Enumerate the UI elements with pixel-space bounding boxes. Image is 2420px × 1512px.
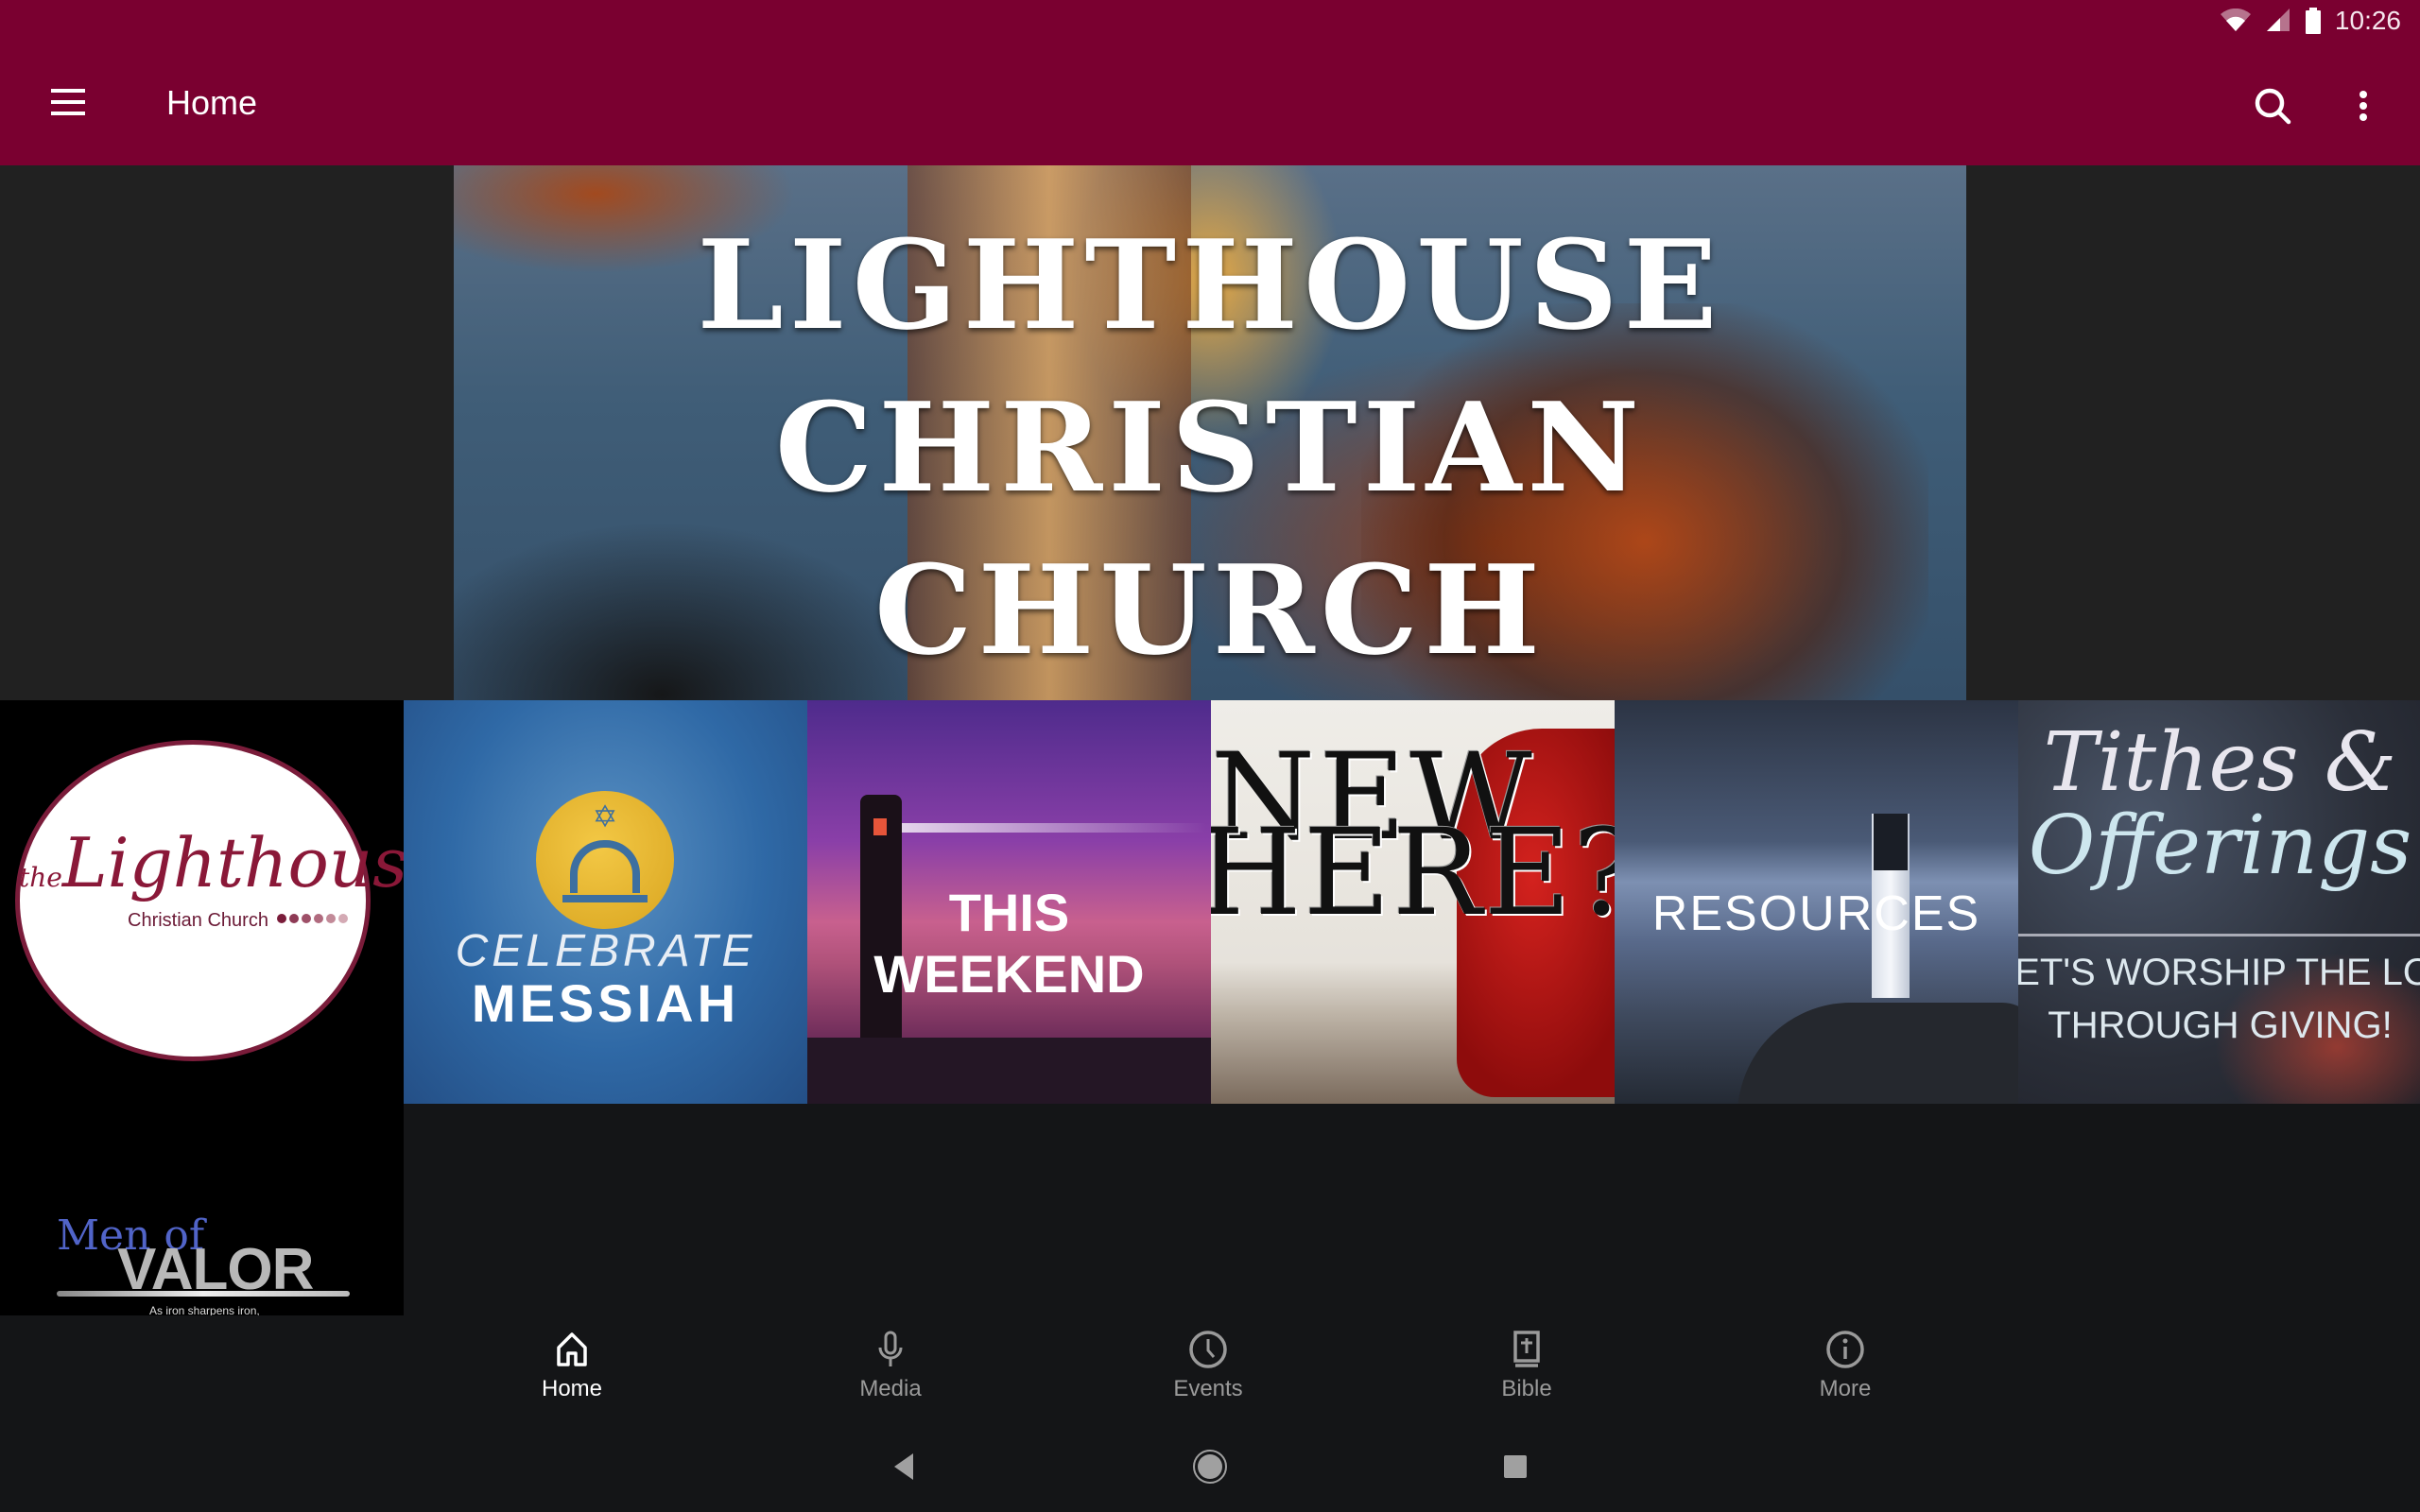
- nav-bible[interactable]: Bible: [1442, 1329, 1612, 1419]
- bible-icon: [1513, 1331, 1540, 1367]
- recents-square-icon: [1504, 1455, 1527, 1478]
- nav-label: Bible: [1501, 1376, 1552, 1401]
- tile-lighthouse-logo[interactable]: theLighthouse Christian Church: [0, 700, 404, 1104]
- crown-band: [562, 895, 648, 902]
- banner-area: LIGHTHOUSE CHRISTIAN CHURCH: [0, 165, 2420, 700]
- tile-this-weekend[interactable]: THIS WEEKEND: [807, 700, 1211, 1104]
- tile-caption: HERE?: [1211, 803, 1615, 942]
- tile-caption: CELEBRATE: [455, 926, 756, 976]
- banner-title-line: LIGHTHOUSE: [697, 213, 1723, 357]
- battery-icon: [2305, 8, 2321, 34]
- light-beam: [894, 823, 1206, 833]
- tile-caption: Tithes &: [2043, 715, 2397, 810]
- lighthouse-lamp: [873, 818, 887, 835]
- system-recents-button[interactable]: [1496, 1448, 1534, 1486]
- status-bar: 10:26: [0, 0, 2420, 38]
- cell-signal-icon: [2266, 9, 2290, 31]
- system-home-button[interactable]: [1191, 1448, 1229, 1486]
- nav-label: Home: [541, 1376, 603, 1401]
- search-button[interactable]: [2250, 83, 2297, 130]
- crown-emblem: ✡: [536, 791, 674, 929]
- logo-script: theLighthouse: [19, 823, 404, 902]
- tile-caption: RESOURCES: [1651, 886, 1981, 941]
- tile-caption: THIS WEEKEND: [873, 883, 1145, 1004]
- navigation-drawer-button[interactable]: [43, 79, 93, 125]
- nav-label: More: [1819, 1376, 1872, 1401]
- nav-more[interactable]: More: [1760, 1329, 1930, 1419]
- bottom-navigation: Home Media Events Bible More: [0, 1315, 2420, 1421]
- tile-men-of-valor[interactable]: Men of VALOR As iron sharpens iron,: [0, 1104, 404, 1315]
- clock: 10:26: [2334, 6, 2401, 35]
- back-triangle-icon: [894, 1453, 913, 1480]
- logo-subtitle: Christian Church: [128, 910, 268, 931]
- star-of-david-icon: ✡: [592, 799, 618, 833]
- nav-events[interactable]: Events: [1123, 1329, 1293, 1419]
- system-back-button[interactable]: [885, 1448, 923, 1486]
- info-icon: [1826, 1331, 1864, 1368]
- sword-image: [57, 1291, 350, 1297]
- hero-banner[interactable]: LIGHTHOUSE CHRISTIAN CHURCH: [454, 165, 1966, 700]
- banner-title-line: CHRISTIAN: [774, 375, 1646, 520]
- tile-caption: LET'S WORSHIP THE LORD: [2018, 952, 2420, 993]
- shore: [807, 1038, 1211, 1104]
- tile-grid: theLighthouse Christian Church ✡ CELEBRA…: [0, 700, 2420, 1104]
- tile-caption: MESSIAH: [471, 973, 740, 1033]
- microphone-icon: [878, 1331, 903, 1366]
- wifi-icon: [2220, 9, 2251, 31]
- tile-new-here[interactable]: NEW HERE?: [1211, 700, 1615, 1104]
- logo-dots: [277, 914, 348, 923]
- hamburger-menu-icon: [51, 89, 85, 115]
- nav-label: Media: [859, 1376, 922, 1401]
- nav-label: Events: [1173, 1376, 1243, 1401]
- lighthouse-lantern: [1874, 814, 1908, 870]
- rocky-cliff: [1737, 1003, 2018, 1104]
- divider: [2018, 934, 2420, 936]
- search-icon: [2255, 88, 2291, 125]
- home-circle-icon: [1193, 1450, 1227, 1484]
- tile-verse: As iron sharpens iron,: [149, 1304, 260, 1315]
- app-toolbar: Home: [0, 38, 2420, 165]
- tile-caption: THROUGH GIVING!: [2048, 1005, 2393, 1046]
- crown-icon: [570, 840, 640, 893]
- more-vert-icon: [2360, 91, 2367, 121]
- tile-tithes-offerings[interactable]: Tithes & Offerings LET'S WORSHIP THE LOR…: [2018, 700, 2420, 1104]
- overflow-menu-button[interactable]: [2344, 83, 2382, 130]
- page-title: Home: [166, 83, 258, 122]
- nav-media[interactable]: Media: [805, 1329, 976, 1419]
- clock-icon: [1189, 1331, 1227, 1368]
- banner-title-line: CHURCH: [874, 538, 1546, 682]
- tile-resources[interactable]: RESOURCES: [1615, 700, 2018, 1104]
- nav-home[interactable]: Home: [487, 1329, 657, 1419]
- tile-caption: Offerings: [2028, 799, 2412, 893]
- home-icon: [557, 1332, 587, 1366]
- tile-celebrate-messiah[interactable]: ✡ CELEBRATE MESSIAH: [404, 700, 807, 1104]
- system-navigation-bar: [0, 1421, 2420, 1512]
